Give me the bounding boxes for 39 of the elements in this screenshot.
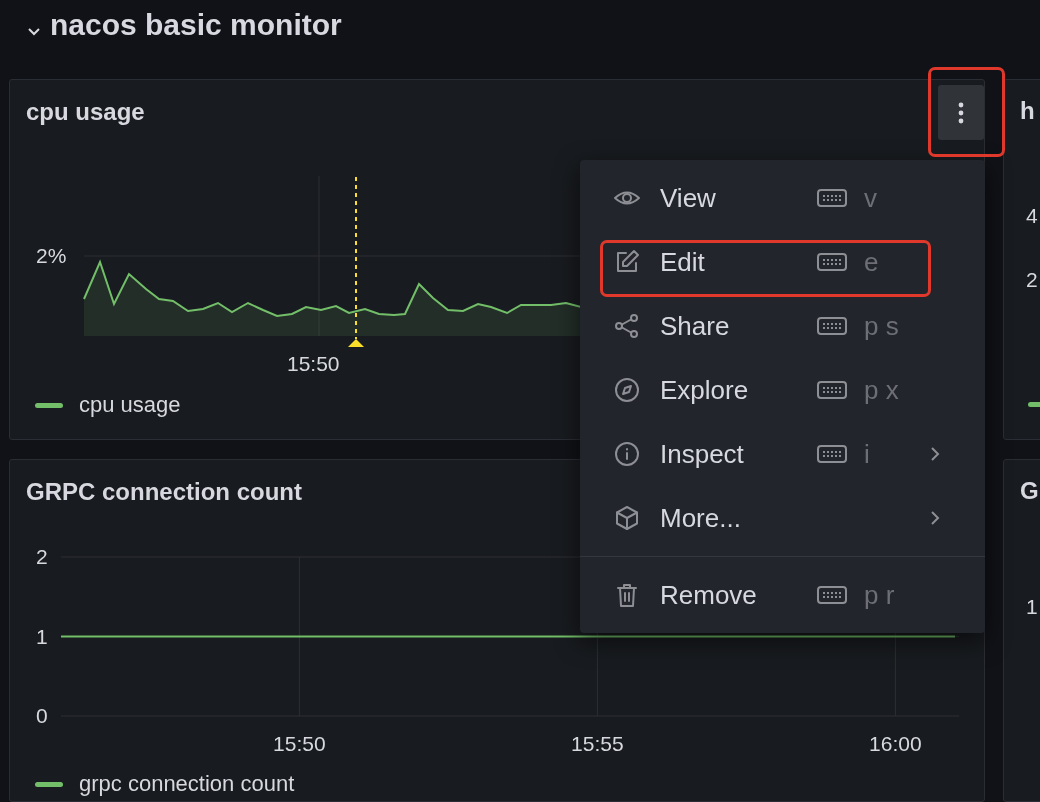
menu-item[interactable]: More... xyxy=(580,486,985,550)
menu-item[interactable]: Remove p r xyxy=(580,563,985,627)
share-icon xyxy=(613,312,641,340)
menu-item[interactable]: Edit e xyxy=(580,230,985,294)
keyboard-icon xyxy=(817,586,847,604)
axis-label: 2 xyxy=(1026,269,1038,290)
axis-label: 15:55 xyxy=(571,733,624,754)
panel-title: GRPC connection count xyxy=(26,480,302,504)
keyboard-icon xyxy=(817,381,847,399)
axis-label: 15:50 xyxy=(287,353,340,374)
keyboard-icon xyxy=(817,253,847,271)
menu-item[interactable]: Share p s xyxy=(580,294,985,358)
axis-label: 16:00 xyxy=(869,733,922,754)
axis-label: 0 xyxy=(36,705,48,726)
keyboard-icon xyxy=(817,445,847,463)
compass-icon xyxy=(613,376,641,404)
axis-label: 2 xyxy=(36,546,48,567)
menu-button[interactable] xyxy=(938,85,984,140)
menu-item[interactable]: View v xyxy=(580,166,985,230)
section-title: nacos basic monitor xyxy=(50,9,342,43)
keyboard-icon xyxy=(817,317,847,335)
menu-item[interactable]: Inspect i xyxy=(580,422,985,486)
axis-label: 1 xyxy=(36,625,48,647)
menu-item[interactable]: Explore p x xyxy=(580,358,985,422)
info-icon xyxy=(613,440,641,468)
panel-title: cpu usage xyxy=(26,100,145,124)
more-icon xyxy=(958,101,964,124)
legend-label[interactable]: cpu usage xyxy=(79,394,181,416)
legend-marker xyxy=(35,403,63,408)
legend-marker xyxy=(35,782,63,787)
panel-title: h xyxy=(1020,99,1035,123)
axis-label: 15:50 xyxy=(273,733,326,754)
panel-title: G xyxy=(1020,479,1039,503)
keyboard-icon xyxy=(817,189,847,207)
axis-label: 4 xyxy=(1026,205,1038,226)
axis-label: 1 xyxy=(1026,596,1038,617)
cube-icon xyxy=(613,504,641,532)
legend-label[interactable]: grpc connection count xyxy=(79,773,295,795)
axis-label: 2% xyxy=(36,245,67,266)
